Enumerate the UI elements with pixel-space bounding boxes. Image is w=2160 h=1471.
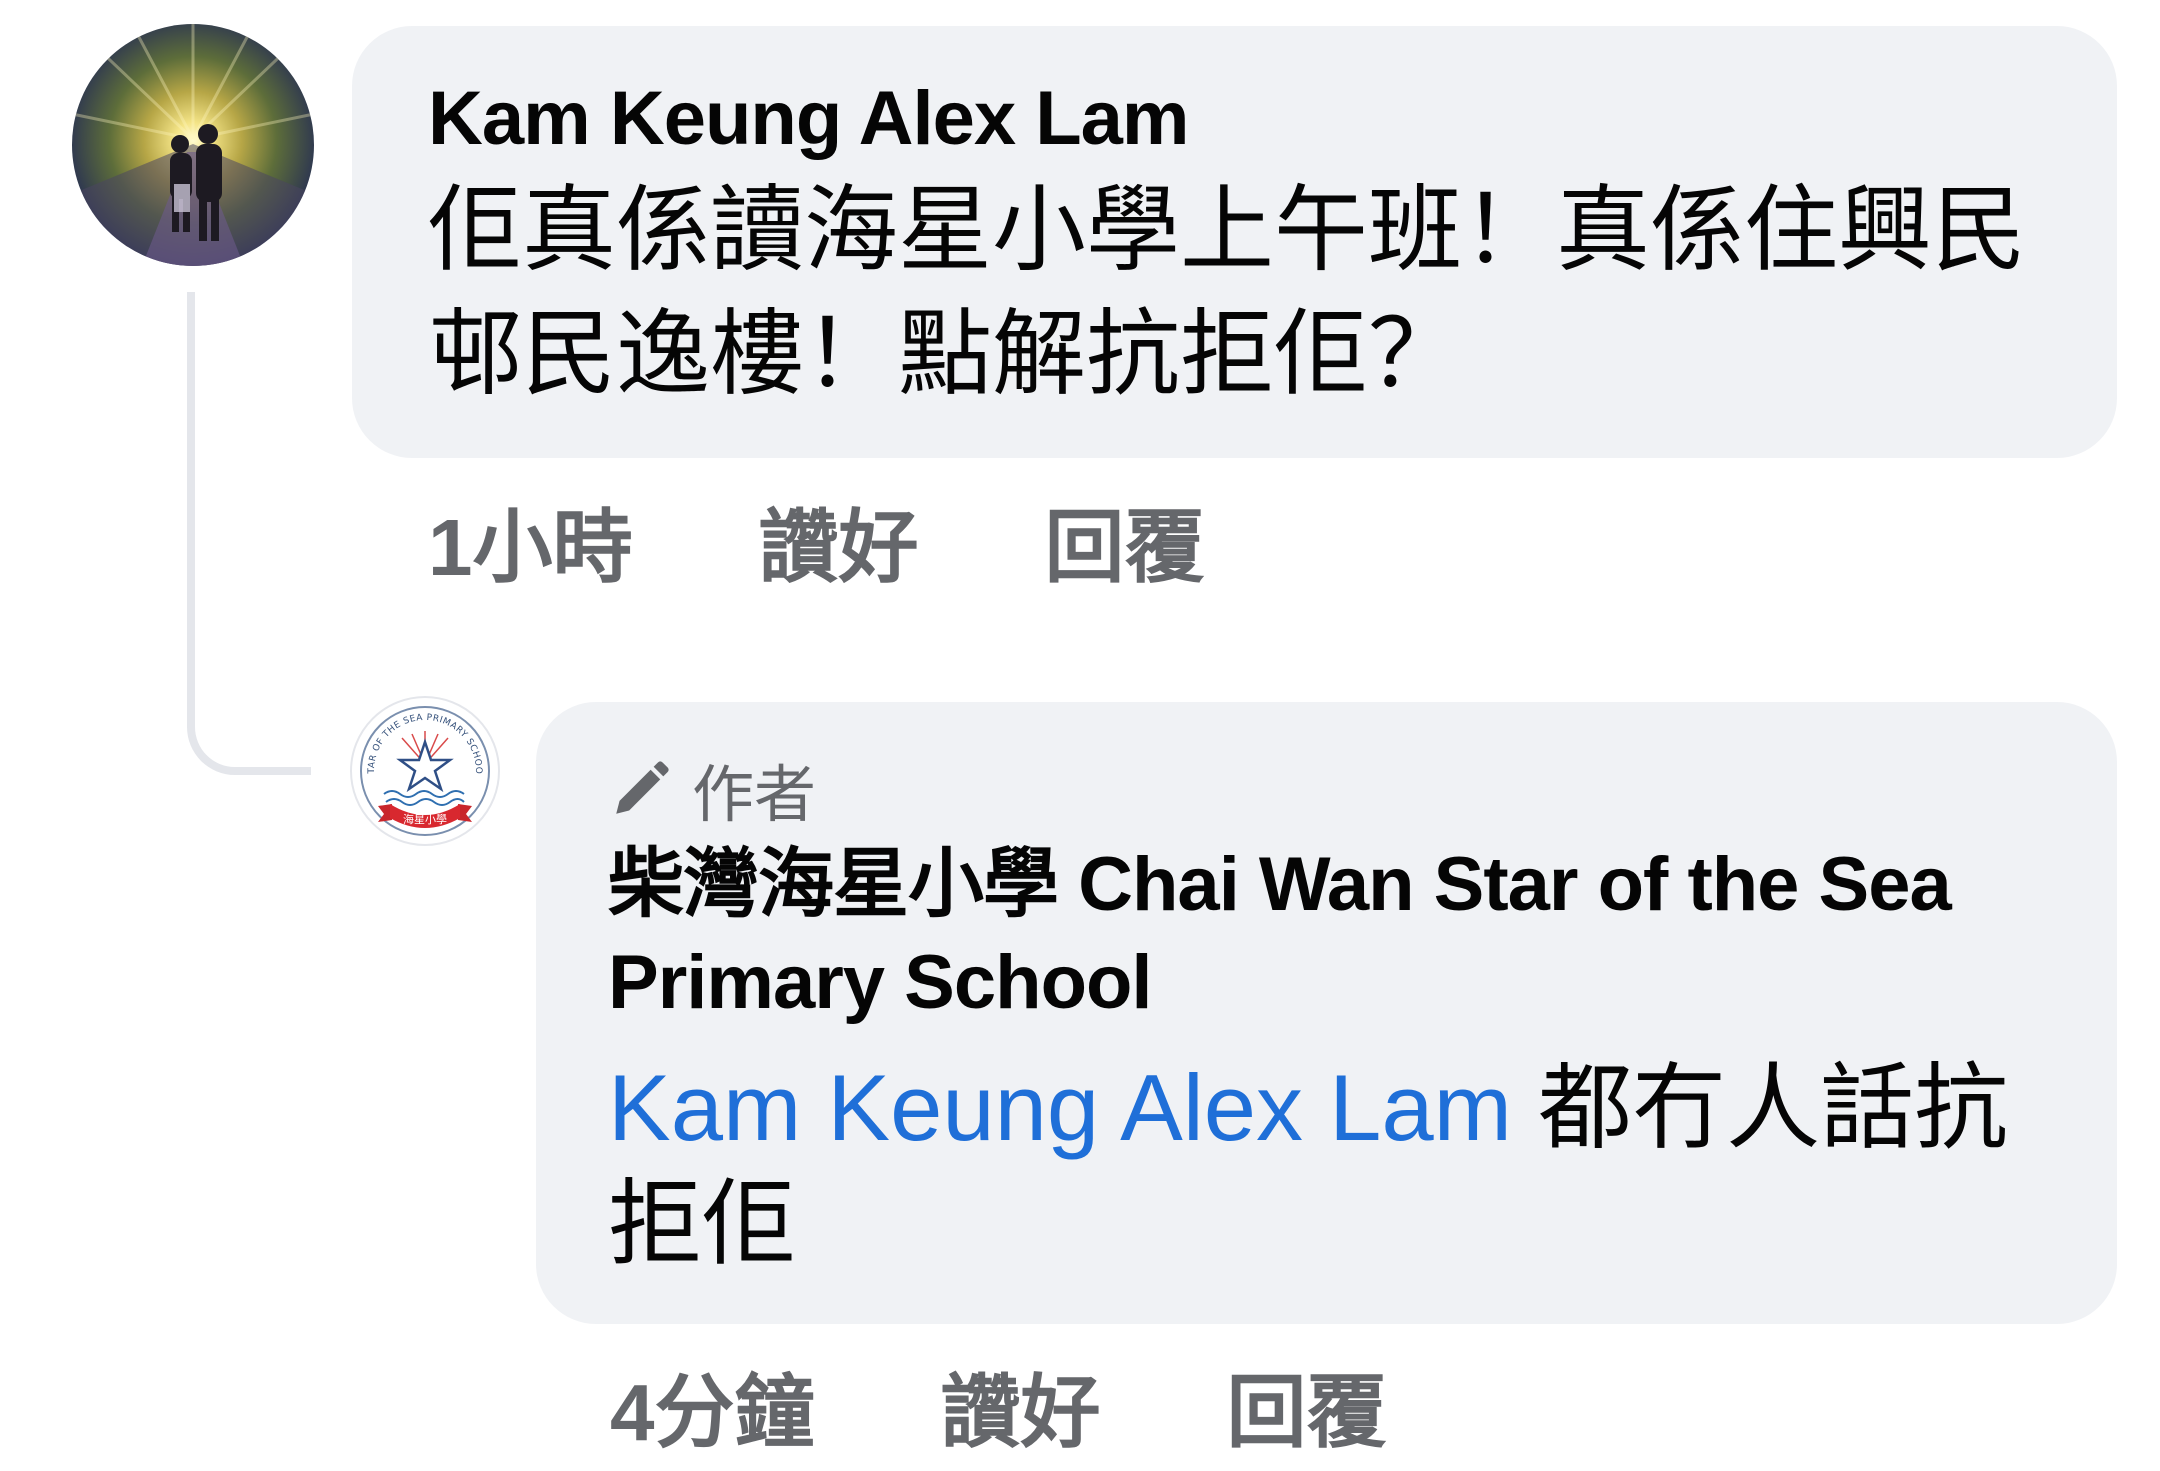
reply-text-container: Kam Keung Alex Lam 都冇人話抗拒佢	[608, 1050, 2047, 1282]
reply-button[interactable]: 回覆	[1045, 498, 1205, 598]
pen-icon	[608, 756, 674, 822]
school-logo: STAR OF THE SEA PRIMARY SCHOOL 海星小學	[352, 698, 490, 836]
school-logo-avatar[interactable]: STAR OF THE SEA PRIMARY SCHOOL 海星小學	[350, 696, 500, 846]
like-button[interactable]: 讚好	[759, 498, 919, 598]
comment-actions: 1小時 讚好 回覆	[428, 498, 1205, 598]
reply-bubble: 作者 柴灣海星小學 Chai Wan Star of the Sea Prima…	[536, 702, 2117, 1324]
reply-actions: 4分鐘 讚好 回覆	[610, 1363, 1387, 1463]
author-badge-label: 作者	[692, 761, 817, 830]
reply-timestamp[interactable]: 4分鐘	[610, 1363, 815, 1463]
school-logo-ribbon-text: 海星小學	[403, 812, 447, 826]
comment-text: 佢真係讀海星小學上午班！真係住興民邨民逸樓！點解抗拒佢？	[428, 177, 2027, 406]
commenter-avatar[interactable]	[72, 24, 314, 266]
reply-author-name[interactable]: 柴灣海星小學 Chai Wan Star of the Sea Primary …	[608, 836, 2047, 1032]
reply-like-button[interactable]: 讚好	[941, 1363, 1101, 1463]
comment-author-name[interactable]: Kam Keung Alex Lam	[428, 76, 2047, 162]
comment-bubble: Kam Keung Alex Lam 佢真係讀海星小學上午班！真係住興民邨民逸樓…	[352, 26, 2117, 458]
author-badge: 作者	[608, 752, 2047, 830]
comment-timestamp[interactable]: 1小時	[428, 498, 633, 598]
thread-connector-line	[187, 292, 311, 775]
commenter-avatar-photo	[72, 24, 314, 266]
mention-link[interactable]: Kam Keung Alex Lam	[608, 1055, 1512, 1160]
reply-reply-button[interactable]: 回覆	[1227, 1363, 1387, 1463]
